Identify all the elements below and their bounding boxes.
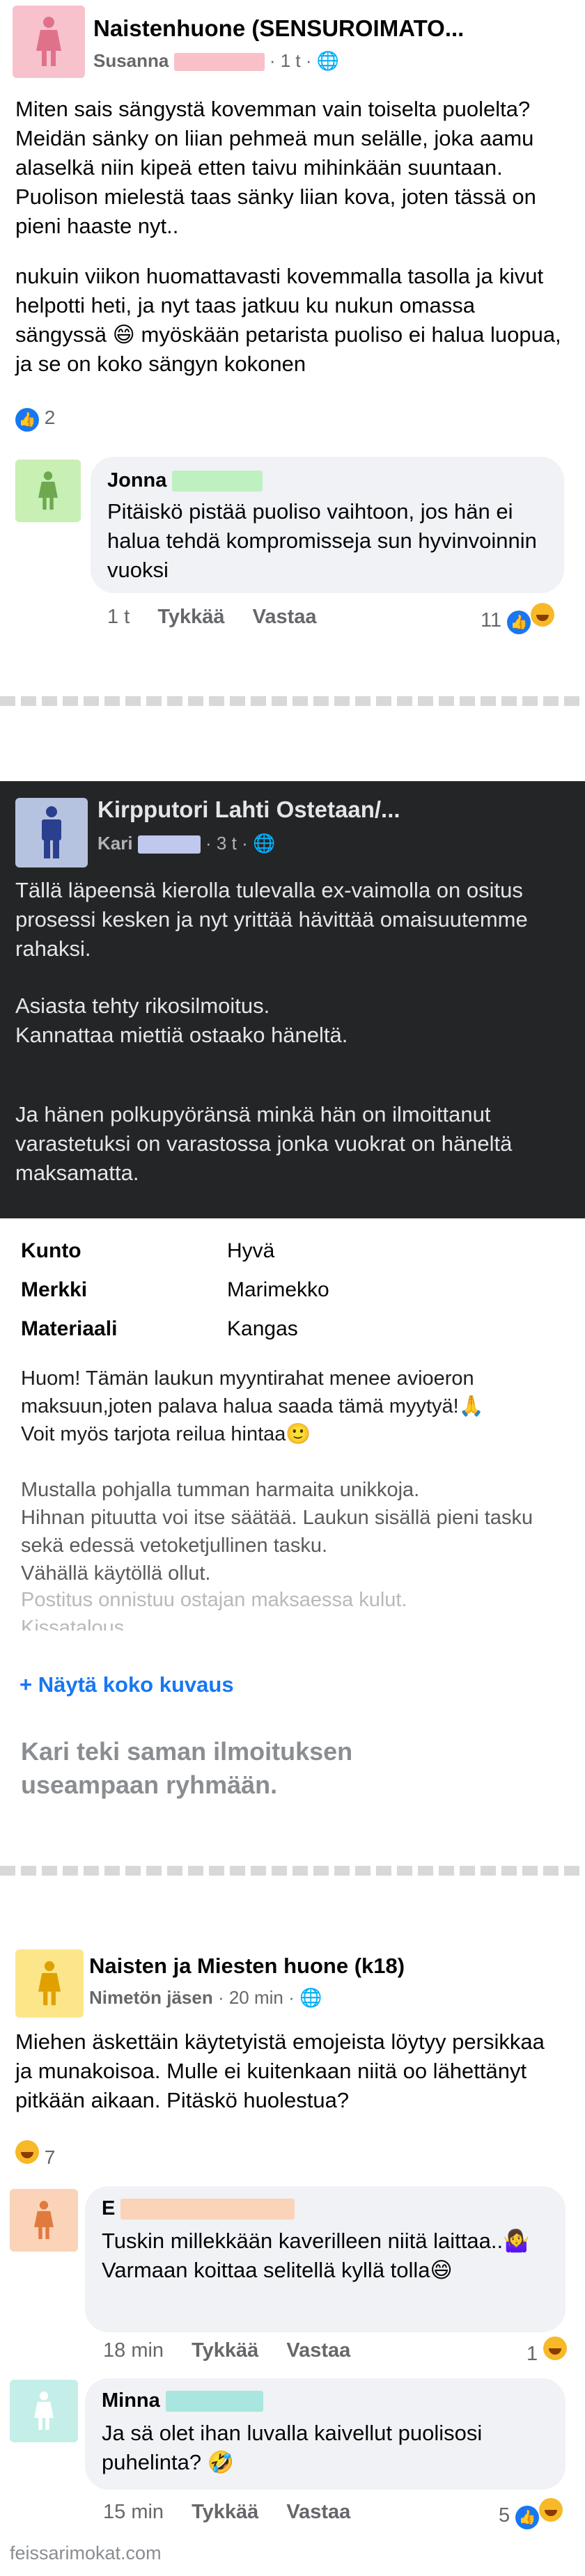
like-icon: 👍 bbox=[515, 2506, 540, 2529]
commenter-avatar[interactable] bbox=[15, 460, 81, 522]
comment-actions: 1 t Tykkää Vastaa bbox=[107, 606, 339, 629]
redacted-name bbox=[173, 53, 265, 72]
author-name[interactable]: Nimetön jäsen bbox=[89, 1987, 213, 2008]
like-button[interactable]: Tykkää bbox=[192, 2339, 258, 2362]
post-text: Asiasta tehty rikosilmoitus. Kannattaa m… bbox=[15, 994, 348, 1047]
woman-icon bbox=[34, 2392, 54, 2430]
group-name[interactable]: Naisten ja Miesten huone (k18) bbox=[89, 1954, 405, 1979]
comment-time[interactable]: 18 min bbox=[103, 2339, 164, 2362]
author-name[interactable]: Kari bbox=[98, 833, 133, 854]
woman-icon bbox=[38, 1961, 61, 2006]
spec-value: Kangas bbox=[227, 1317, 298, 1340]
reply-button[interactable]: Vastaa bbox=[253, 606, 317, 628]
author-name[interactable]: Susanna bbox=[93, 50, 169, 71]
redacted-name bbox=[137, 835, 201, 854]
reaction-count: 1 bbox=[526, 2343, 538, 2365]
spec-label: Kunto bbox=[21, 1239, 81, 1262]
comment-bubble: Minna Ja sä olet ihan luvalla kaivellut … bbox=[85, 2378, 566, 2490]
like-button[interactable]: Tykkää bbox=[157, 606, 224, 628]
comment-actions: 15 min Tykkää Vastaa bbox=[103, 2501, 373, 2524]
redacted-name bbox=[165, 2391, 263, 2412]
comment-reactions[interactable]: 11 👍 bbox=[481, 603, 555, 634]
comment-reactions[interactable]: 1 bbox=[526, 2337, 568, 2366]
haha-icon bbox=[543, 2337, 568, 2360]
haha-icon bbox=[531, 603, 555, 627]
reaction-count: 11 bbox=[481, 609, 502, 631]
group-avatar[interactable] bbox=[15, 1949, 84, 2018]
comment-bubble: E Tuskin millekkään kaverilleen niitä la… bbox=[85, 2186, 566, 2332]
commenter-name[interactable]: Minna bbox=[102, 2389, 160, 2412]
commenter-name[interactable]: E bbox=[102, 2197, 115, 2220]
comment-text: Ja sä olet ihan luvalla kaivellut puolis… bbox=[102, 2421, 483, 2474]
post-text: nukuin viikon huomattavasti kovemmalla t… bbox=[15, 264, 561, 376]
spec-value: Hyvä bbox=[227, 1239, 275, 1262]
reaction-count: 7 bbox=[44, 2146, 56, 2168]
shared-note: Kari teki saman ilmoituksen useampaan ry… bbox=[21, 1737, 353, 1799]
listing-description: Mustalla pohjalla tumman harmaita unikko… bbox=[21, 1479, 533, 1585]
group-name[interactable]: Kirpputori Lahti Ostetaan/... bbox=[98, 796, 400, 823]
section-divider bbox=[0, 1866, 585, 1876]
comment-time[interactable]: 1 t bbox=[107, 606, 130, 628]
commenter-name[interactable]: Jonna bbox=[107, 469, 166, 492]
post-time[interactable]: 1 t bbox=[281, 50, 301, 71]
comment-bubble: Jonna Pitäiskö pistää puoliso vaihtoon, … bbox=[91, 457, 564, 593]
group-name[interactable]: Naistenhuone (SENSUROIMATO... bbox=[93, 15, 464, 42]
spec-label: Materiaali bbox=[21, 1317, 118, 1340]
post-meta: Nimetön jäsen · 20 min · 🌐 bbox=[89, 1987, 322, 2008]
post-time[interactable]: 20 min bbox=[229, 1987, 283, 2008]
comment-time[interactable]: 15 min bbox=[103, 2501, 164, 2523]
watermark: feissarimokat.com bbox=[10, 2543, 162, 2563]
dark-post-header: Kirpputori Lahti Ostetaan/... Kari · 3 t… bbox=[0, 781, 585, 1218]
globe-icon: 🌐 bbox=[316, 50, 340, 71]
post-text: Miehen äskettäin käytetyistä emojeista l… bbox=[15, 2029, 545, 2112]
comment-text: Pitäiskö pistää puoliso vaihtoon, jos hä… bbox=[107, 499, 537, 582]
commenter-avatar[interactable] bbox=[10, 2189, 78, 2252]
listing-description-faded: Postitus onnistuu ostajan maksaessa kulu… bbox=[21, 1589, 407, 1631]
post-meta: Susanna · 1 t · 🌐 bbox=[93, 50, 340, 72]
like-icon: 👍 bbox=[507, 611, 531, 634]
reply-button[interactable]: Vastaa bbox=[286, 2339, 350, 2362]
haha-icon bbox=[539, 2498, 563, 2522]
like-button[interactable]: Tykkää bbox=[192, 2501, 258, 2523]
commenter-avatar[interactable] bbox=[10, 2380, 78, 2442]
spec-label: Merkki bbox=[21, 1278, 88, 1301]
comment-reactions[interactable]: 5 👍 bbox=[499, 2498, 563, 2529]
section-divider bbox=[0, 696, 585, 706]
like-icon: 👍 bbox=[15, 408, 39, 432]
globe-icon: 🌐 bbox=[299, 1987, 322, 2008]
woman-icon bbox=[38, 471, 58, 510]
reaction-count: 2 bbox=[44, 407, 56, 428]
post-time[interactable]: 3 t bbox=[217, 833, 237, 854]
reply-button[interactable]: Vastaa bbox=[286, 2501, 350, 2523]
post-text: Tällä läpeensä kierolla tulevalla ex-vai… bbox=[15, 878, 528, 961]
show-more-link[interactable]: + Näytä koko kuvaus bbox=[20, 1672, 234, 1697]
man-icon bbox=[42, 806, 61, 858]
reaction-summary[interactable]: 👍 2 bbox=[15, 407, 55, 432]
post-text: Ja hänen polkupyöränsä minkä hän on ilmo… bbox=[15, 1102, 513, 1185]
globe-icon: 🌐 bbox=[252, 833, 276, 854]
post-meta: Kari · 3 t · 🌐 bbox=[98, 833, 276, 854]
woman-icon bbox=[36, 17, 61, 66]
comment-text: Tuskin millekkään kaverilleen niitä lait… bbox=[102, 2229, 530, 2282]
comment-actions: 18 min Tykkää Vastaa bbox=[103, 2339, 373, 2362]
reaction-summary[interactable]: 7 bbox=[15, 2140, 55, 2169]
reaction-count: 5 bbox=[499, 2504, 510, 2527]
group-avatar[interactable] bbox=[15, 798, 88, 867]
haha-icon bbox=[15, 2140, 39, 2164]
redacted-name bbox=[172, 471, 263, 492]
listing-description: Huom! Tämän laukun myyntirahat menee avi… bbox=[21, 1367, 484, 1445]
woman-icon bbox=[34, 2201, 54, 2240]
spec-value: Marimekko bbox=[227, 1278, 329, 1301]
redacted-name bbox=[120, 2199, 295, 2220]
group-avatar[interactable] bbox=[13, 6, 85, 78]
post-text: Miten sais sängystä kovemman vain toisel… bbox=[15, 97, 536, 238]
